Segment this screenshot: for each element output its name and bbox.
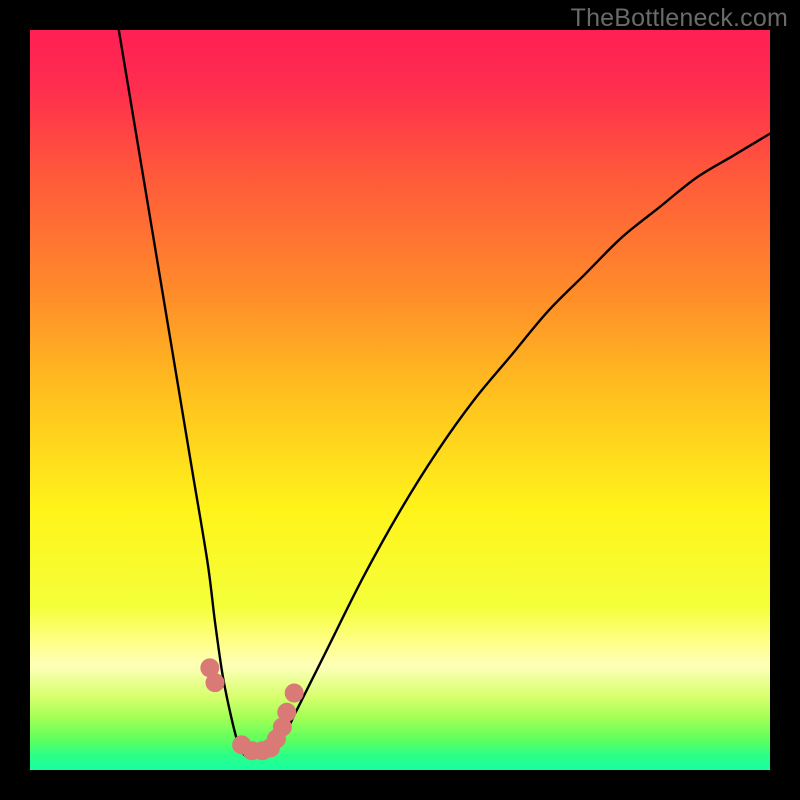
watermark-text: TheBottleneck.com <box>571 4 788 33</box>
marker-point <box>285 684 304 703</box>
marker-point <box>277 703 296 722</box>
outer-frame: TheBottleneck.com <box>0 0 800 800</box>
marker-point <box>206 673 225 692</box>
highlighted-markers <box>30 30 770 770</box>
plot-area <box>30 30 770 770</box>
